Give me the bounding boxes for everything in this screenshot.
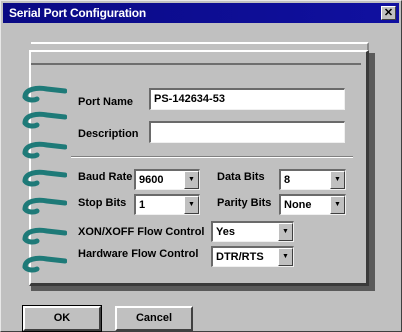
dialog-window: Serial Port Configuration ✕ Port Name PS… xyxy=(0,0,402,332)
binder-ring-icon xyxy=(22,111,67,129)
parity-bits-label: Parity Bits xyxy=(217,197,272,209)
chevron-down-icon[interactable]: ▼ xyxy=(278,223,293,241)
data-bits-value: 8 xyxy=(284,174,291,186)
parity-bits-select[interactable]: None ▼ xyxy=(279,194,346,215)
xon-xoff-value: Yes xyxy=(216,226,235,238)
binder-ring-icon xyxy=(22,169,67,187)
baud-rate-label: Baud Rate xyxy=(78,171,133,183)
data-bits-label: Data Bits xyxy=(217,171,265,183)
title-bar[interactable]: Serial Port Configuration ✕ xyxy=(3,3,399,23)
cancel-button[interactable]: Cancel xyxy=(115,306,193,331)
stop-bits-select[interactable]: 1 ▼ xyxy=(134,194,200,215)
description-label: Description xyxy=(78,128,139,140)
port-name-field[interactable]: PS-142634-53 xyxy=(149,88,345,110)
chevron-down-icon[interactable]: ▼ xyxy=(184,171,199,189)
data-bits-select[interactable]: 8 ▼ xyxy=(279,169,346,190)
hardware-flow-select[interactable]: DTR/RTS ▼ xyxy=(211,246,294,267)
hardware-flow-value: DTR/RTS xyxy=(216,251,264,263)
baud-rate-value: 9600 xyxy=(139,174,164,186)
ok-button[interactable]: OK xyxy=(22,305,102,332)
baud-rate-select[interactable]: 9600 ▼ xyxy=(134,169,200,190)
chevron-down-icon[interactable]: ▼ xyxy=(330,171,345,189)
binder-ring-icon xyxy=(22,197,67,215)
chevron-down-icon[interactable]: ▼ xyxy=(184,196,199,214)
notebook-header-strip xyxy=(31,53,361,65)
port-name-label: Port Name xyxy=(78,96,134,108)
stop-bits-label: Stop Bits xyxy=(78,197,127,209)
description-field[interactable] xyxy=(149,121,345,143)
xon-xoff-select[interactable]: Yes ▼ xyxy=(211,221,294,242)
chevron-down-icon[interactable]: ▼ xyxy=(330,196,345,214)
hardware-flow-label: Hardware Flow Control xyxy=(78,248,199,260)
chevron-down-icon[interactable]: ▼ xyxy=(278,248,293,266)
binder-ring-icon xyxy=(22,141,67,159)
parity-bits-value: None xyxy=(284,199,312,211)
xon-xoff-label: XON/XOFF Flow Control xyxy=(78,226,205,238)
close-button[interactable]: ✕ xyxy=(381,6,396,20)
binder-ring-icon xyxy=(22,255,67,273)
window-title: Serial Port Configuration xyxy=(9,6,147,20)
binder-ring-icon xyxy=(22,227,67,245)
section-divider xyxy=(71,156,353,158)
stop-bits-value: 1 xyxy=(139,199,146,211)
binder-ring-icon xyxy=(22,85,67,103)
